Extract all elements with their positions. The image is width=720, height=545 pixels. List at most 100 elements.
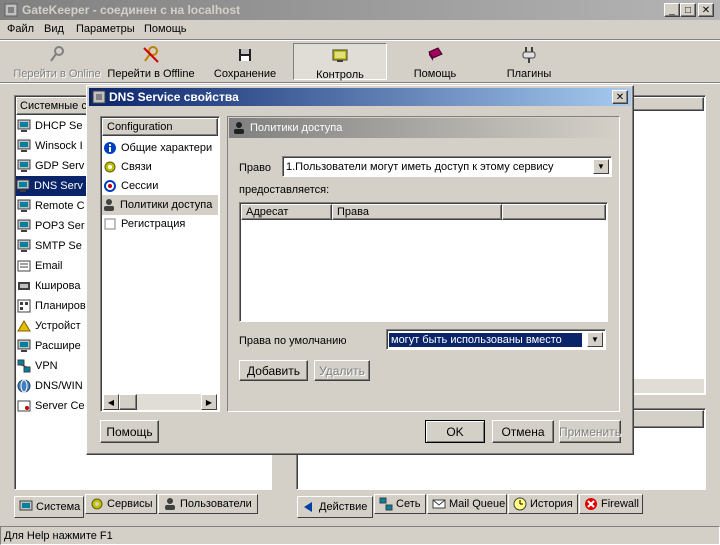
user-icon: [163, 497, 177, 511]
email-icon: [17, 259, 31, 273]
menu-divider: [0, 39, 720, 41]
default-rights-label: Права по умолчанию: [239, 335, 347, 347]
sessions-icon: [103, 179, 117, 193]
list-item-winsock[interactable]: Winsock I: [17, 136, 83, 156]
gear-icon: [90, 497, 104, 511]
tab-firewall[interactable]: Firewall: [579, 494, 643, 514]
dialog-title-text: DNS Service свойства: [109, 90, 239, 104]
dialog-help-button[interactable]: Помощь: [100, 420, 159, 443]
column-header-target[interactable]: Адресат: [241, 204, 332, 220]
toolbar-control-button[interactable]: Контроль: [293, 43, 387, 81]
minimize-button[interactable]: _: [664, 3, 680, 17]
list-item-dns[interactable]: DNS Serv: [16, 176, 96, 196]
tab-mail-queue[interactable]: Mail Queue: [427, 494, 507, 514]
ok-button[interactable]: OK: [425, 420, 485, 443]
config-tree: Configuration Общие характери Связи Сесс…: [100, 116, 220, 412]
tab-action[interactable]: Действие: [297, 496, 373, 518]
list-item-server-cert[interactable]: Server Ce: [17, 396, 85, 416]
right-panel-header: [630, 97, 704, 111]
menu-file[interactable]: Файл: [7, 23, 34, 35]
list-item-scheduler[interactable]: Планиров: [17, 296, 86, 316]
scroll-right-button[interactable]: ▶: [201, 394, 217, 410]
scroll-left-button[interactable]: ◀: [103, 394, 119, 410]
cache-icon: [17, 279, 31, 293]
list-item-dhcp[interactable]: DHCP Se: [17, 116, 82, 136]
list-item-vpn[interactable]: VPN: [17, 356, 58, 376]
scroll-thumb[interactable]: [119, 394, 137, 410]
monitor-icon: [331, 47, 349, 65]
globe-icon: [17, 379, 31, 393]
key-icon: [48, 46, 66, 64]
toolbar-go-offline-button[interactable]: Перейти в Offline: [104, 43, 198, 80]
tree-item-links[interactable]: Связи: [103, 157, 152, 177]
right-panel-scrollbar[interactable]: [630, 379, 704, 393]
policy-panel-title: Политики доступа: [229, 118, 618, 138]
list-item-pop3[interactable]: POP3 Ser: [17, 216, 85, 236]
network-icon: [379, 497, 393, 511]
computer-icon: [19, 500, 33, 514]
main-title-bar: GateKeeper - соединен с на localhost: [0, 0, 720, 20]
clock-icon: [513, 497, 527, 511]
tree-item-sessions[interactable]: Сессии: [103, 176, 158, 196]
menu-help[interactable]: Помощь: [144, 23, 187, 35]
default-rights-select[interactable]: могут быть использованы вместо ▼: [386, 329, 606, 350]
devices-icon: [17, 319, 31, 333]
menu-view[interactable]: Вид: [44, 23, 64, 35]
plug-icon: [520, 46, 538, 64]
add-button[interactable]: Добавить: [239, 360, 308, 381]
close-button[interactable]: ✕: [698, 3, 714, 17]
tab-network[interactable]: Сеть: [374, 494, 426, 514]
config-tree-scrollbar[interactable]: ◀ ▶: [103, 394, 217, 410]
policy-panel: Политики доступа Право 1.Пользователи мо…: [227, 116, 620, 412]
dns-service-dialog: DNS Service свойства ✕ Configuration Общ…: [86, 85, 634, 455]
computer-icon: [17, 239, 31, 253]
toolbar-plugins-button[interactable]: Плагины: [482, 43, 576, 80]
gatekeeper-app-icon: [3, 2, 19, 18]
dialog-title-bar: DNS Service свойства: [89, 88, 631, 106]
toolbar-help-button[interactable]: Помощь: [388, 43, 482, 80]
menu-parameters[interactable]: Параметры: [76, 23, 135, 35]
list-item-email[interactable]: Email: [17, 256, 63, 276]
tree-item-access-policies[interactable]: Политики доступа: [102, 195, 218, 215]
policy-user-icon: [232, 121, 246, 135]
toolbar-save-button[interactable]: Сохранение: [198, 43, 292, 80]
apply-button[interactable]: Применить: [559, 420, 621, 443]
dialog-app-icon: [92, 90, 106, 104]
list-item-devices[interactable]: Устройст: [17, 316, 81, 336]
maximize-button[interactable]: □: [680, 3, 696, 17]
grant-table: Адресат Права: [239, 202, 608, 322]
list-item-extensions[interactable]: Расшире: [17, 336, 81, 356]
tab-history[interactable]: История: [508, 494, 578, 514]
list-item-gdp[interactable]: GDP Serv: [17, 156, 84, 176]
tree-item-general[interactable]: Общие характери: [103, 138, 212, 158]
delete-button[interactable]: Удалить: [314, 360, 370, 381]
chevron-down-icon[interactable]: ▼: [593, 159, 609, 174]
dialog-close-button[interactable]: ✕: [612, 90, 628, 104]
stop-icon: [584, 497, 598, 511]
cancel-button[interactable]: Отмена: [492, 420, 554, 443]
list-item-remote[interactable]: Remote C: [17, 196, 85, 216]
tab-users[interactable]: Пользователи: [158, 494, 258, 514]
links-icon: [103, 160, 117, 174]
granted-label: предоставляется:: [239, 184, 330, 196]
tab-system[interactable]: Система: [14, 496, 84, 518]
config-tree-header: Configuration: [102, 118, 218, 136]
list-item-smtp[interactable]: SMTP Se: [17, 236, 82, 256]
chevron-down-icon[interactable]: ▼: [587, 332, 603, 347]
computer-icon: [16, 179, 30, 193]
list-item-dns-wins[interactable]: DNS/WIN: [17, 376, 83, 396]
extensions-icon: [17, 339, 31, 353]
menu-bar: Файл Вид Параметры Помощь: [0, 20, 720, 40]
toolbar-go-online-button[interactable]: Перейти в Online: [10, 43, 104, 80]
right-label: Право: [239, 162, 271, 174]
right-select[interactable]: 1.Пользователи могут иметь доступ к этом…: [282, 156, 612, 177]
tree-item-registration[interactable]: Регистрация: [103, 214, 185, 234]
computer-icon: [17, 119, 31, 133]
certificate-icon: [17, 399, 31, 413]
list-item-caching[interactable]: Кширова: [17, 276, 80, 296]
tab-services[interactable]: Сервисы: [85, 494, 157, 514]
floppy-icon: [236, 46, 254, 64]
main-title-text: GateKeeper - соединен с на localhost: [22, 3, 241, 17]
column-header-rights[interactable]: Права: [332, 204, 502, 220]
default-rights-value: могут быть использованы вместо: [389, 332, 582, 347]
